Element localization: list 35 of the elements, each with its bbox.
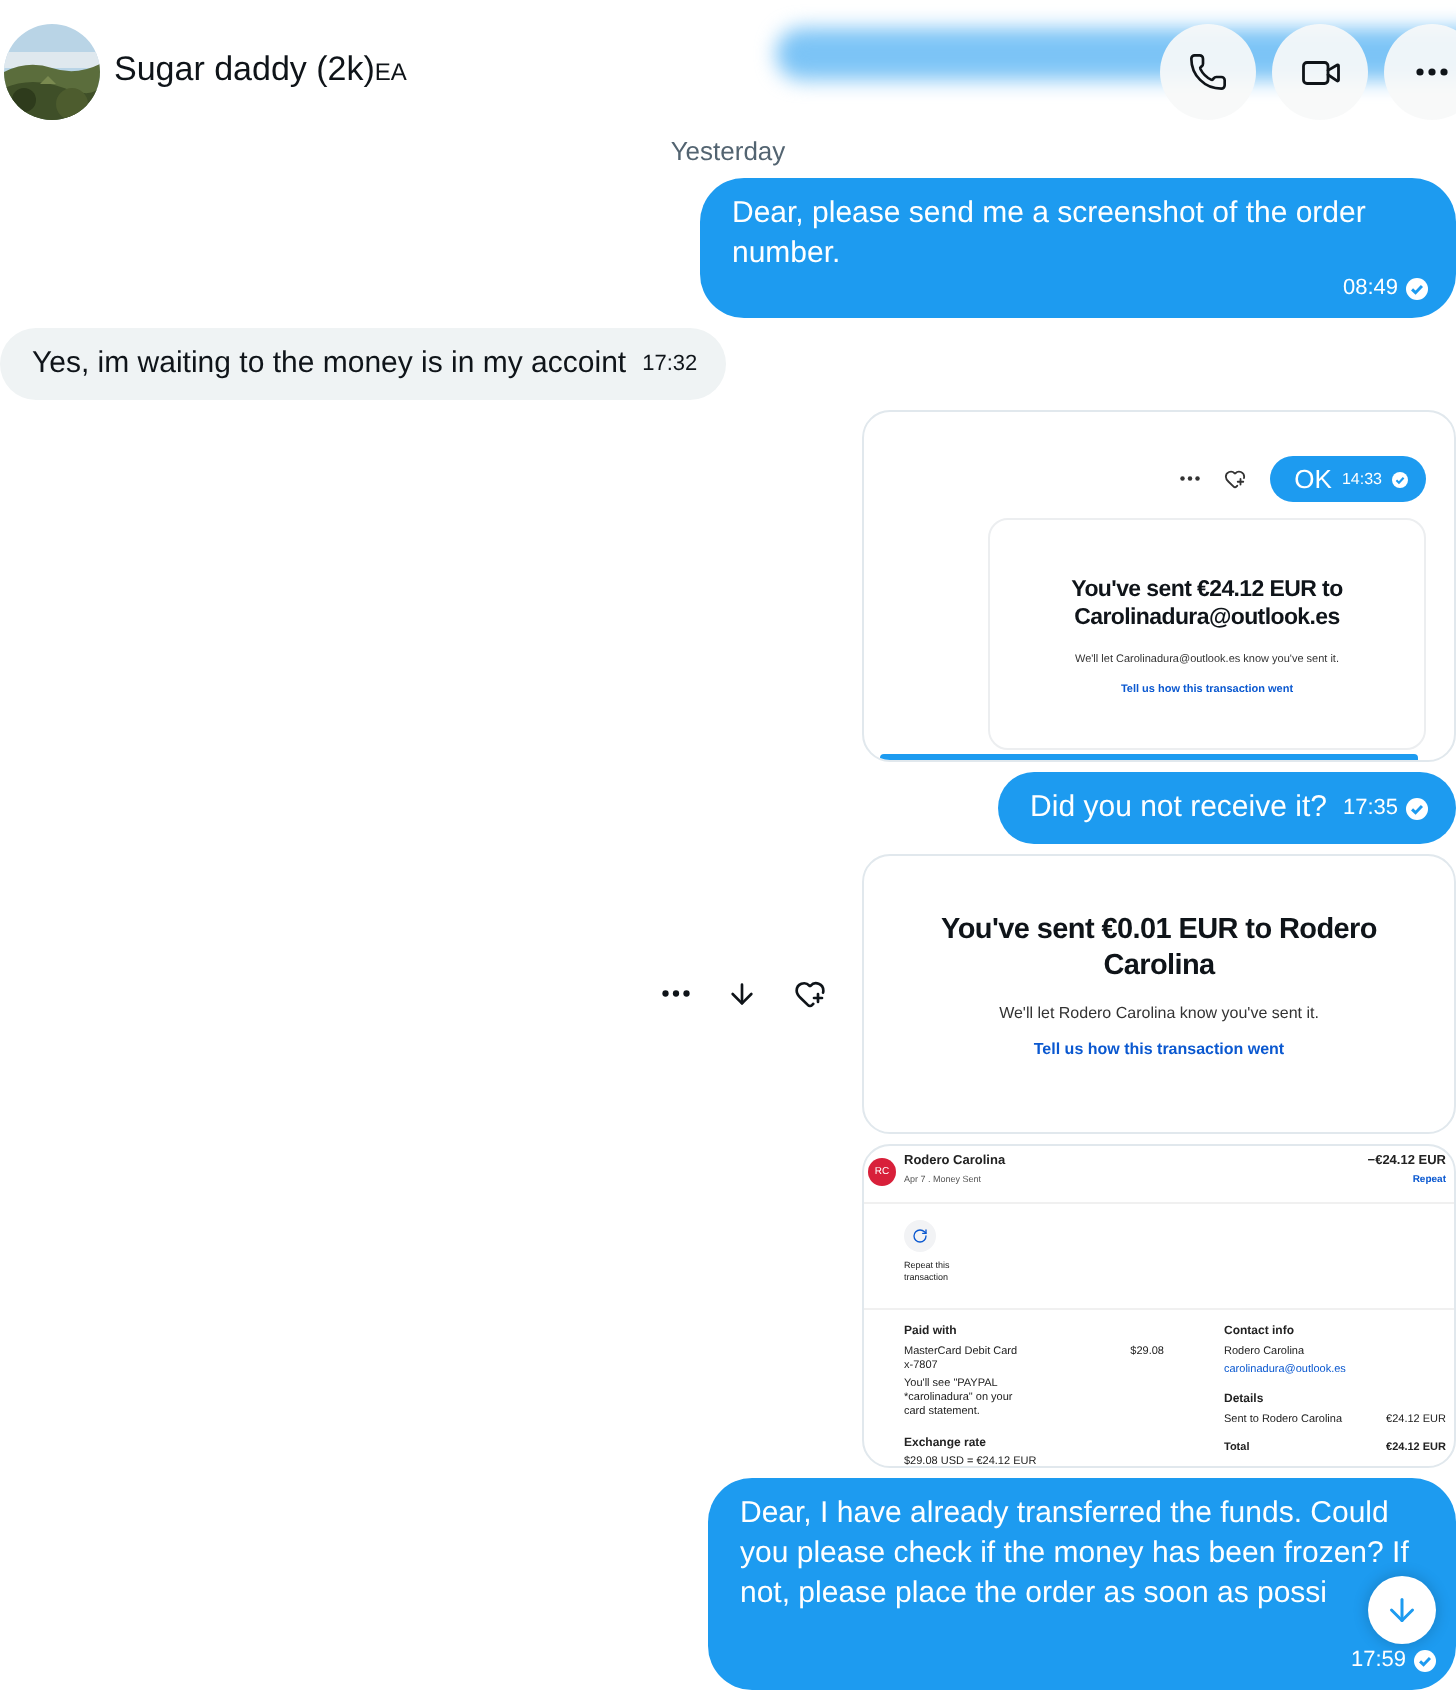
scroll-down-button[interactable]	[1368, 1576, 1436, 1644]
receipt-title: You've sent €0.01 EUR to Rodero Carolina	[939, 912, 1379, 985]
more-icon	[662, 990, 690, 998]
date-divider: Yesterday	[668, 136, 788, 166]
more-icon	[1180, 476, 1201, 482]
phone-icon	[1188, 52, 1228, 92]
video-button[interactable]	[1272, 24, 1368, 120]
message-text: OK	[1294, 464, 1332, 494]
receipt-title: You've sent €24.12 EUR to Carolinadura@outlook.es	[1069, 576, 1345, 634]
phone-button[interactable]	[1160, 24, 1256, 120]
screenshot-image[interactable]: You've sent €0.01 EUR to Rodero Carolina We'll let Rodero Carolina know you've sent it. Tell us how this transaction went	[862, 854, 1456, 1134]
heart-plus-icon	[794, 978, 826, 1010]
repeat-button[interactable]	[904, 1220, 936, 1252]
arrow-down-icon	[726, 978, 758, 1010]
message-time: 17:32	[642, 350, 698, 378]
repeat-icon	[912, 1228, 928, 1244]
contact-name: Sugar daddy (2k)	[114, 50, 375, 90]
message-time: 08:49	[1342, 274, 1398, 302]
screenshot-image[interactable]	[862, 1144, 1456, 1468]
message-time: 17:59	[1350, 1646, 1406, 1674]
feedback-link[interactable]: Tell us how this transaction went	[1033, 1040, 1285, 1059]
react-button[interactable]	[794, 978, 826, 1010]
arrow-down-icon	[1384, 1592, 1420, 1628]
message-time: 17:35	[1342, 794, 1398, 822]
receipt-note: We'll let Rodero Carolina know you've sent it.	[999, 1004, 1319, 1023]
download-button[interactable]	[726, 978, 758, 1010]
name-suffix-text: EA	[374, 58, 407, 86]
heart-plus-icon	[1224, 468, 1247, 490]
message-text: Dear, I have already transferred the funds. Could you please check if the money has been frozen? If not, please place the order as soon as possi	[740, 1496, 1409, 1610]
message-text: Did you not receive it?	[1030, 790, 1327, 824]
more-button[interactable]	[662, 990, 690, 998]
more-icon	[1416, 68, 1448, 76]
message-time: 14:33	[1341, 470, 1382, 488]
message-text: Yes, im waiting to the money is in my accoint	[32, 346, 627, 380]
message-text: Dear, please send me a screenshot of the order number.	[732, 196, 1366, 270]
